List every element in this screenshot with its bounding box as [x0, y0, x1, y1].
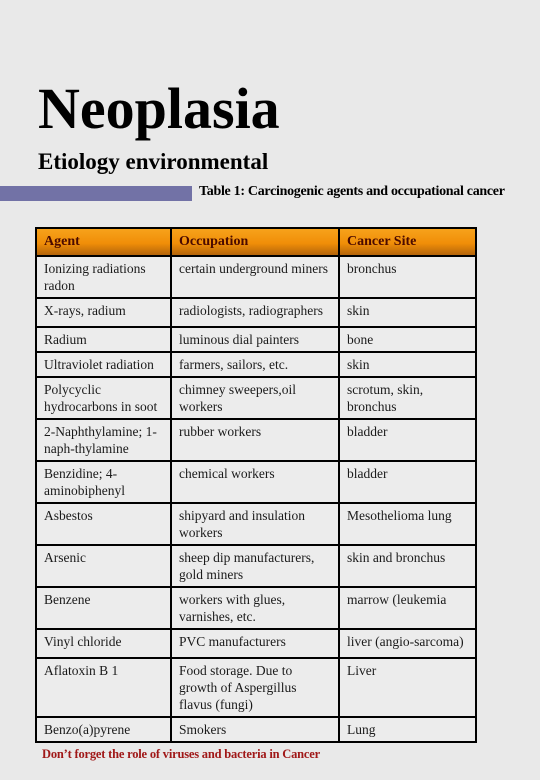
page-title: Neoplasia [38, 76, 280, 141]
page-subtitle: Etiology environmental [38, 149, 269, 174]
cell-cancer-site: skin [338, 351, 477, 378]
cell-occupation: chemical workers [170, 460, 340, 504]
cell-occupation: rubber workers [170, 418, 340, 462]
cell-occupation: radiologists, radiographers [170, 297, 340, 328]
cell-agent: Ultraviolet radiation [35, 351, 172, 378]
cell-occupation: Smokers [170, 716, 340, 743]
cell-cancer-site: skin [338, 297, 477, 328]
table-row: Benzene workers with glues, varnishes, e… [35, 586, 477, 630]
cell-occupation: Food storage. Due to growth of Aspergill… [170, 657, 340, 718]
table-row: X-rays, radium radiologists, radiographe… [35, 297, 477, 328]
cell-agent: 2-Naphthylamine; 1-naph-thylamine [35, 418, 172, 462]
cell-agent: X-rays, radium [35, 297, 172, 328]
cell-cancer-site: bladder [338, 418, 477, 462]
table-row: Polycyclic hydrocarbons in soot chimney … [35, 376, 477, 420]
table-row: Benzidine; 4-aminobiphenyl chemical work… [35, 460, 477, 504]
footer-note: Don’t forget the role of viruses and bac… [42, 747, 320, 761]
cell-agent: Arsenic [35, 544, 172, 588]
table-row: Vinyl chloride PVC manufacturers liver (… [35, 628, 477, 659]
accent-bar [0, 186, 192, 201]
cell-agent: Benzidine; 4-aminobiphenyl [35, 460, 172, 504]
cell-cancer-site: Mesothelioma lung [338, 502, 477, 546]
carcinogen-table: Agent Occupation Cancer Site Ionizing ra… [35, 227, 477, 743]
cell-occupation: shipyard and insulation workers [170, 502, 340, 546]
cell-cancer-site: marrow (leukemia [338, 586, 477, 630]
cell-cancer-site: bronchus [338, 255, 477, 299]
table-row: Radium luminous dial painters bone [35, 326, 477, 353]
cell-agent: Asbestos [35, 502, 172, 546]
cell-occupation: PVC manufacturers [170, 628, 340, 659]
cell-cancer-site: Liver [338, 657, 477, 718]
header-cancer-site: Cancer Site [338, 227, 477, 257]
cell-agent: Radium [35, 326, 172, 353]
cell-occupation: workers with glues, varnishes, etc. [170, 586, 340, 630]
cell-occupation: chimney sweepers,oil workers [170, 376, 340, 420]
table-row: Asbestos shipyard and insulation workers… [35, 502, 477, 546]
table-caption: Table 1: Carcinogenic agents and occupat… [199, 184, 505, 199]
cell-cancer-site: Lung [338, 716, 477, 743]
cell-agent: Vinyl chloride [35, 628, 172, 659]
cell-agent: Polycyclic hydrocarbons in soot [35, 376, 172, 420]
cell-agent: Aflatoxin B 1 [35, 657, 172, 718]
cell-agent: Ionizing radiations radon [35, 255, 172, 299]
table-row: Ultraviolet radiation farmers, sailors, … [35, 351, 477, 378]
header-occupation: Occupation [170, 227, 340, 257]
cell-cancer-site: bone [338, 326, 477, 353]
cell-cancer-site: bladder [338, 460, 477, 504]
cell-occupation: certain underground miners [170, 255, 340, 299]
cell-cancer-site: liver (angio-sarcoma) [338, 628, 477, 659]
table-row: Aflatoxin B 1 Food storage. Due to growt… [35, 657, 477, 718]
table-row: Arsenic sheep dip manufacturers, gold mi… [35, 544, 477, 588]
table-header-row: Agent Occupation Cancer Site [35, 227, 477, 257]
cell-agent: Benzene [35, 586, 172, 630]
cell-occupation: sheep dip manufacturers, gold miners [170, 544, 340, 588]
cell-cancer-site: scrotum, skin, bronchus [338, 376, 477, 420]
cell-occupation: luminous dial painters [170, 326, 340, 353]
table-row: Benzo(a)pyrene Smokers Lung [35, 716, 477, 743]
table-row: 2-Naphthylamine; 1-naph-thylamine rubber… [35, 418, 477, 462]
cell-cancer-site: skin and bronchus [338, 544, 477, 588]
table-row: Ionizing radiations radon certain underg… [35, 255, 477, 299]
cell-agent: Benzo(a)pyrene [35, 716, 172, 743]
header-agent: Agent [35, 227, 172, 257]
cell-occupation: farmers, sailors, etc. [170, 351, 340, 378]
